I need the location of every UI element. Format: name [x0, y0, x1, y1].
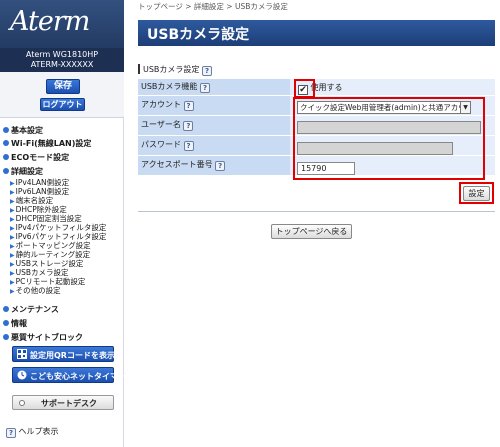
bullet-icon — [3, 320, 9, 326]
clock-icon — [17, 370, 27, 380]
section-bar — [138, 64, 140, 74]
help-icon[interactable]: ? — [201, 66, 212, 76]
help-icon[interactable]: ? — [199, 82, 210, 93]
bullet-icon — [3, 334, 9, 340]
arrow-icon: ▶ — [10, 288, 15, 295]
nav-item-advanced[interactable]: 詳細設定 — [3, 166, 43, 177]
back-to-top-button[interactable]: トップページへ戻る — [271, 224, 352, 239]
help-icon: ? — [6, 428, 16, 438]
page-title: USBカメラ設定 — [147, 27, 250, 43]
help-icon[interactable]: ? — [183, 121, 194, 131]
help-icon[interactable]: ? — [215, 161, 226, 171]
nav-item-maintenance[interactable]: メンテナンス — [3, 304, 59, 315]
help-icon[interactable]: ? — [183, 101, 194, 111]
logout-button[interactable]: ログアウト — [40, 98, 85, 111]
bullet-icon — [3, 127, 9, 133]
device-id: ATERM-XXXXXX — [30, 60, 94, 69]
support-icon — [19, 400, 25, 406]
bullet-icon — [3, 140, 9, 146]
nav-item-info[interactable]: 情報 — [3, 318, 27, 329]
logo-area: Aterm — [0, 0, 124, 48]
nav-item-site-block[interactable]: 悪質サイトブロック — [3, 332, 83, 343]
qr-code-button[interactable]: 設定用QRコードを表示 — [12, 346, 115, 362]
bullet-icon — [3, 306, 9, 312]
breadcrumb: トップページ > 詳細設定 > USBカメラ設定 — [138, 2, 288, 11]
kids-timer-button[interactable]: こども安心ネットタイマー — [12, 367, 126, 383]
qr-code-button-label: 設定用QRコードを表示 — [30, 351, 115, 360]
nav-item-eco[interactable]: ECOモード設定 — [3, 152, 69, 163]
bullet-icon — [3, 168, 9, 174]
sidebar-item-other[interactable]: ▶その他の設定 — [10, 285, 61, 296]
kids-timer-button-label: こども安心ネットタイマー — [30, 372, 126, 381]
help-label: ヘルプ表示 — [18, 427, 59, 436]
camera-feature-checkbox-label: 使用する — [310, 83, 343, 92]
highlight-set-button — [459, 182, 494, 204]
sidebar-actions: 保存 ログアウト — [0, 72, 124, 118]
support-desk-label: サポートデスク — [41, 399, 97, 408]
qr-code-icon — [17, 349, 27, 359]
divider — [138, 211, 495, 212]
highlight-checkbox — [294, 79, 315, 98]
port-label: アクセスポート番号 — [141, 160, 213, 169]
support-desk-button[interactable]: サポートデスク — [12, 395, 114, 410]
nav-item-wifi[interactable]: Wi-Fi(無線LAN)設定 — [3, 138, 91, 149]
section-heading: USBカメラ設定 ? — [138, 64, 212, 76]
highlight-account-section — [293, 97, 485, 180]
username-label: ユーザー名 — [141, 120, 181, 129]
device-info: Aterm WG1810HP ATERM-XXXXXX — [0, 48, 124, 72]
help-link[interactable]: ? ヘルプ表示 — [6, 426, 59, 438]
bullet-icon — [3, 154, 9, 160]
save-button[interactable]: 保存 — [46, 79, 80, 94]
account-label: アカウント — [141, 100, 181, 109]
camera-feature-label: USBカメラ機能 — [141, 81, 198, 91]
help-icon[interactable]: ? — [183, 141, 194, 151]
sidebar: Aterm Aterm WG1810HP ATERM-XXXXXX 保存 ログア… — [0, 0, 126, 447]
nav-item-basic[interactable]: 基本設定 — [3, 125, 43, 136]
main-content: トップページ > 詳細設定 > USBカメラ設定 USBカメラ設定 USBカメラ… — [132, 0, 500, 447]
aterm-logo: Aterm — [10, 6, 90, 37]
password-label: パスワード — [141, 140, 181, 149]
model-name: Aterm WG1810HP — [25, 50, 99, 59]
title-bar: USBカメラ設定 — [138, 20, 495, 46]
